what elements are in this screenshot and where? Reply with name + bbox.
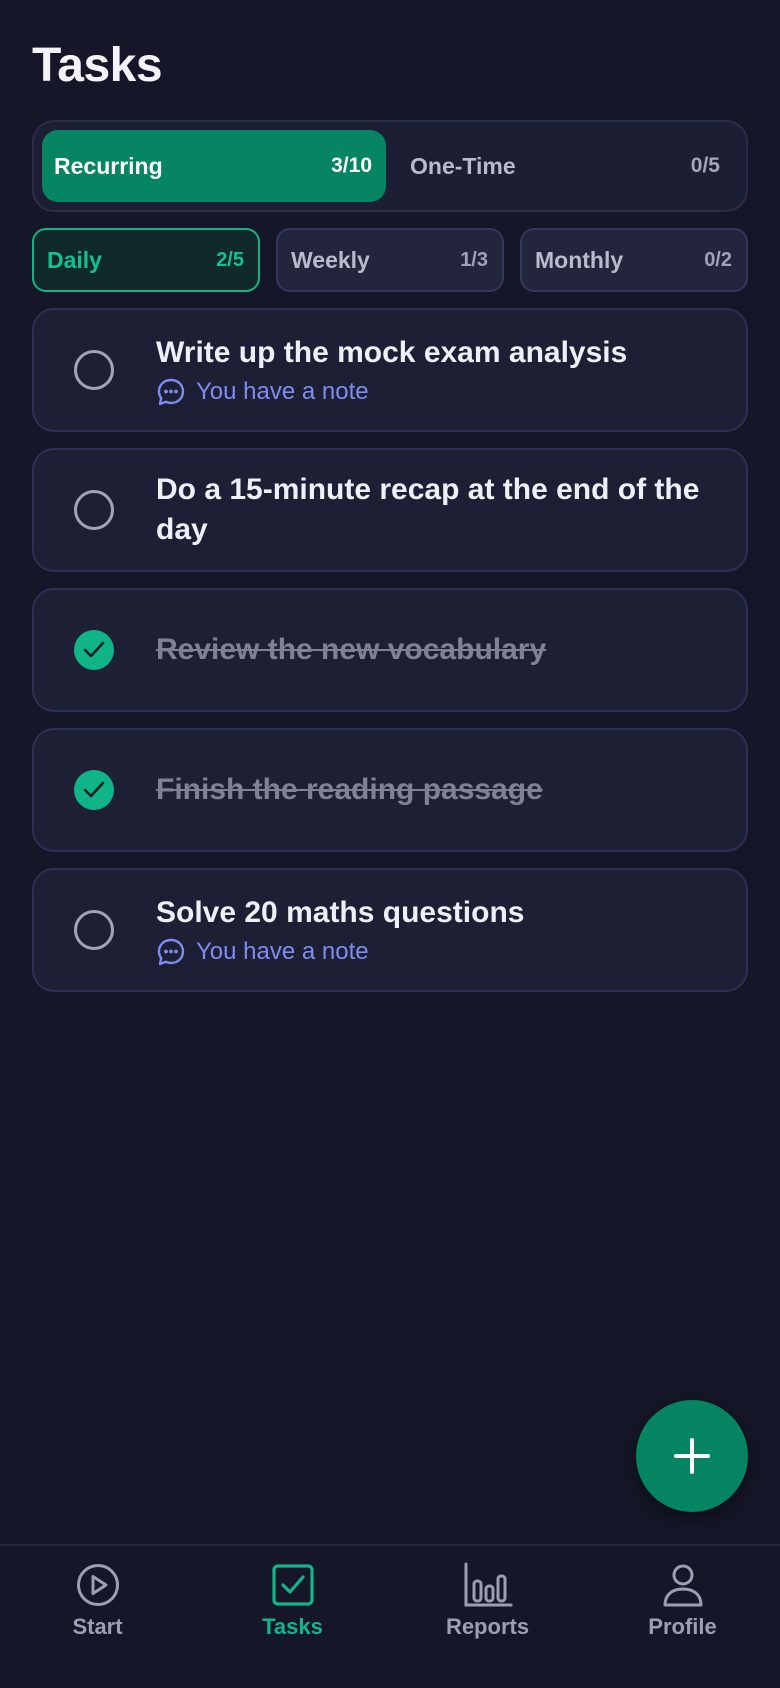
task-type-switch: Recurring 3/10 One-Time 0/5 bbox=[32, 120, 748, 212]
task-note-text: You have a note bbox=[196, 938, 369, 965]
checkbox-icon bbox=[271, 1564, 314, 1606]
filter-daily-label: Daily bbox=[47, 246, 102, 273]
task-title: Review the new vocabulary bbox=[156, 633, 547, 666]
tab-recurring[interactable]: Recurring 3/10 bbox=[42, 130, 386, 202]
task-note-text: You have a note bbox=[196, 378, 369, 405]
task-card[interactable]: Do a 15-minute recap at the end of the d… bbox=[32, 448, 748, 572]
nav-start[interactable]: Start bbox=[0, 1562, 195, 1662]
filter-daily-count: 2/5 bbox=[216, 248, 244, 271]
task-checkbox-checked[interactable] bbox=[74, 770, 114, 810]
tab-one-time-count: 0/5 bbox=[690, 154, 720, 177]
filter-monthly-count: 0/2 bbox=[704, 248, 732, 271]
task-card[interactable]: Finish the reading passage bbox=[32, 728, 748, 852]
task-title: Do a 15-minute recap at the end of the d… bbox=[156, 473, 700, 546]
task-title: Write up the mock exam analysis bbox=[156, 336, 628, 369]
bar-chart-icon bbox=[464, 1562, 512, 1607]
task-card[interactable]: Review the new vocabulary bbox=[32, 588, 748, 712]
page-title: Tasks bbox=[32, 39, 163, 92]
bottom-nav: Start Tasks Reports Profile bbox=[0, 1544, 780, 1688]
task-checkbox[interactable] bbox=[74, 490, 114, 530]
filter-monthly[interactable]: Monthly 0/2 bbox=[520, 228, 748, 292]
add-task-button[interactable] bbox=[636, 1400, 748, 1512]
task-card[interactable]: Write up the mock exam analysis You have… bbox=[32, 308, 748, 432]
task-title: Finish the reading passage bbox=[156, 773, 543, 806]
filter-daily[interactable]: Daily 2/5 bbox=[32, 228, 260, 292]
task-card[interactable]: Solve 20 maths questions You have a note bbox=[32, 868, 748, 992]
user-icon bbox=[663, 1564, 702, 1607]
nav-start-label: Start bbox=[72, 1614, 123, 1639]
task-note[interactable]: You have a note bbox=[156, 377, 710, 407]
task-checkbox[interactable] bbox=[74, 910, 114, 950]
play-circle-icon bbox=[76, 1564, 119, 1606]
filter-weekly-label: Weekly bbox=[291, 246, 370, 273]
checkmark-icon bbox=[83, 641, 105, 658]
tab-recurring-label: Recurring bbox=[54, 152, 163, 179]
task-checkbox-checked[interactable] bbox=[74, 630, 114, 670]
checkmark-icon bbox=[83, 781, 105, 798]
filter-weekly-count: 1/3 bbox=[460, 248, 488, 271]
chat-bubble-icon bbox=[157, 938, 185, 966]
tab-one-time-label: One-Time bbox=[410, 152, 516, 179]
chat-bubble-icon bbox=[157, 378, 185, 406]
task-note[interactable]: You have a note bbox=[156, 937, 710, 967]
filter-weekly[interactable]: Weekly 1/3 bbox=[276, 228, 504, 292]
task-title: Solve 20 maths questions bbox=[156, 896, 525, 929]
nav-profile-label: Profile bbox=[648, 1614, 717, 1639]
nav-profile[interactable]: Profile bbox=[585, 1562, 780, 1662]
nav-reports[interactable]: Reports bbox=[390, 1562, 585, 1662]
nav-tasks[interactable]: Tasks bbox=[195, 1562, 390, 1662]
plus-icon bbox=[674, 1438, 710, 1474]
tab-one-time[interactable]: One-Time 0/5 bbox=[388, 130, 740, 202]
nav-tasks-label: Tasks bbox=[262, 1614, 323, 1639]
filter-monthly-label: Monthly bbox=[535, 246, 624, 273]
task-checkbox[interactable] bbox=[74, 350, 114, 390]
tab-recurring-count: 3/10 bbox=[331, 154, 372, 177]
nav-reports-label: Reports bbox=[445, 1614, 530, 1639]
